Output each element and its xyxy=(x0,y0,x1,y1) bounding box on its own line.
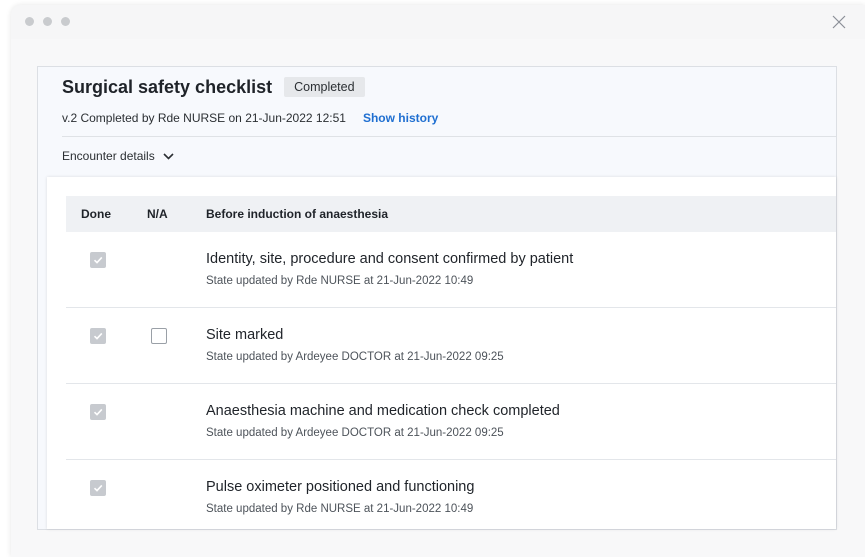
chevron-down-icon xyxy=(163,149,174,163)
close-icon[interactable] xyxy=(831,14,847,30)
checklist-panel: Surgical safety checklist Completed v.2 … xyxy=(37,66,837,530)
done-checkbox[interactable] xyxy=(90,252,106,268)
window-titlebar xyxy=(11,5,865,39)
item-subtitle: State updated by Rde NURSE at 21-Jun-202… xyxy=(206,275,474,287)
table-row: Pulse oximeter positioned and functionin… xyxy=(66,460,836,535)
done-checkbox[interactable] xyxy=(90,480,106,496)
item-title: Site marked xyxy=(206,327,284,343)
column-header-done: Done xyxy=(81,207,111,221)
window-dot-minimize[interactable] xyxy=(43,17,52,26)
done-checkbox[interactable] xyxy=(90,328,106,344)
item-title: Anaesthesia machine and medication check… xyxy=(206,403,560,419)
app-window: Surgical safety checklist Completed v.2 … xyxy=(11,5,865,557)
column-header-section: Before induction of anaesthesia xyxy=(206,207,389,221)
item-subtitle: State updated by Ardeyee DOCTOR at 21-Ju… xyxy=(206,351,504,363)
item-title: Pulse oximeter positioned and functionin… xyxy=(206,479,475,495)
checklist-card: Done N/A Before induction of anaesthesia… xyxy=(47,177,836,529)
status-badge: Completed xyxy=(284,77,365,97)
show-history-link[interactable]: Show history xyxy=(363,111,438,125)
table-row: Anaesthesia machine and medication check… xyxy=(66,384,836,460)
item-subtitle: State updated by Rde NURSE at 21-Jun-202… xyxy=(206,503,474,515)
window-dot-close[interactable] xyxy=(25,17,34,26)
encounter-details-label: Encounter details xyxy=(62,149,155,163)
title-row: Surgical safety checklist Completed xyxy=(62,75,365,99)
table-row: Site marked State updated by Ardeyee DOC… xyxy=(66,308,836,384)
version-meta-row: v.2 Completed by Rde NURSE on 21-Jun-202… xyxy=(62,111,438,125)
window-dot-maximize[interactable] xyxy=(61,17,70,26)
divider xyxy=(62,136,836,137)
done-checkbox[interactable] xyxy=(90,404,106,420)
na-checkbox[interactable] xyxy=(151,328,167,344)
version-meta: v.2 Completed by Rde NURSE on 21-Jun-202… xyxy=(62,111,346,125)
item-subtitle: State updated by Ardeyee DOCTOR at 21-Ju… xyxy=(206,427,504,439)
column-header-na: N/A xyxy=(147,207,168,221)
table-row: Identity, site, procedure and consent co… xyxy=(66,232,836,308)
encounter-details-toggle[interactable]: Encounter details xyxy=(62,149,174,163)
table-header: Done N/A Before induction of anaesthesia xyxy=(66,196,836,232)
page-title: Surgical safety checklist xyxy=(62,76,273,97)
content-area: Surgical safety checklist Completed v.2 … xyxy=(11,39,865,557)
item-title: Identity, site, procedure and consent co… xyxy=(206,251,574,267)
